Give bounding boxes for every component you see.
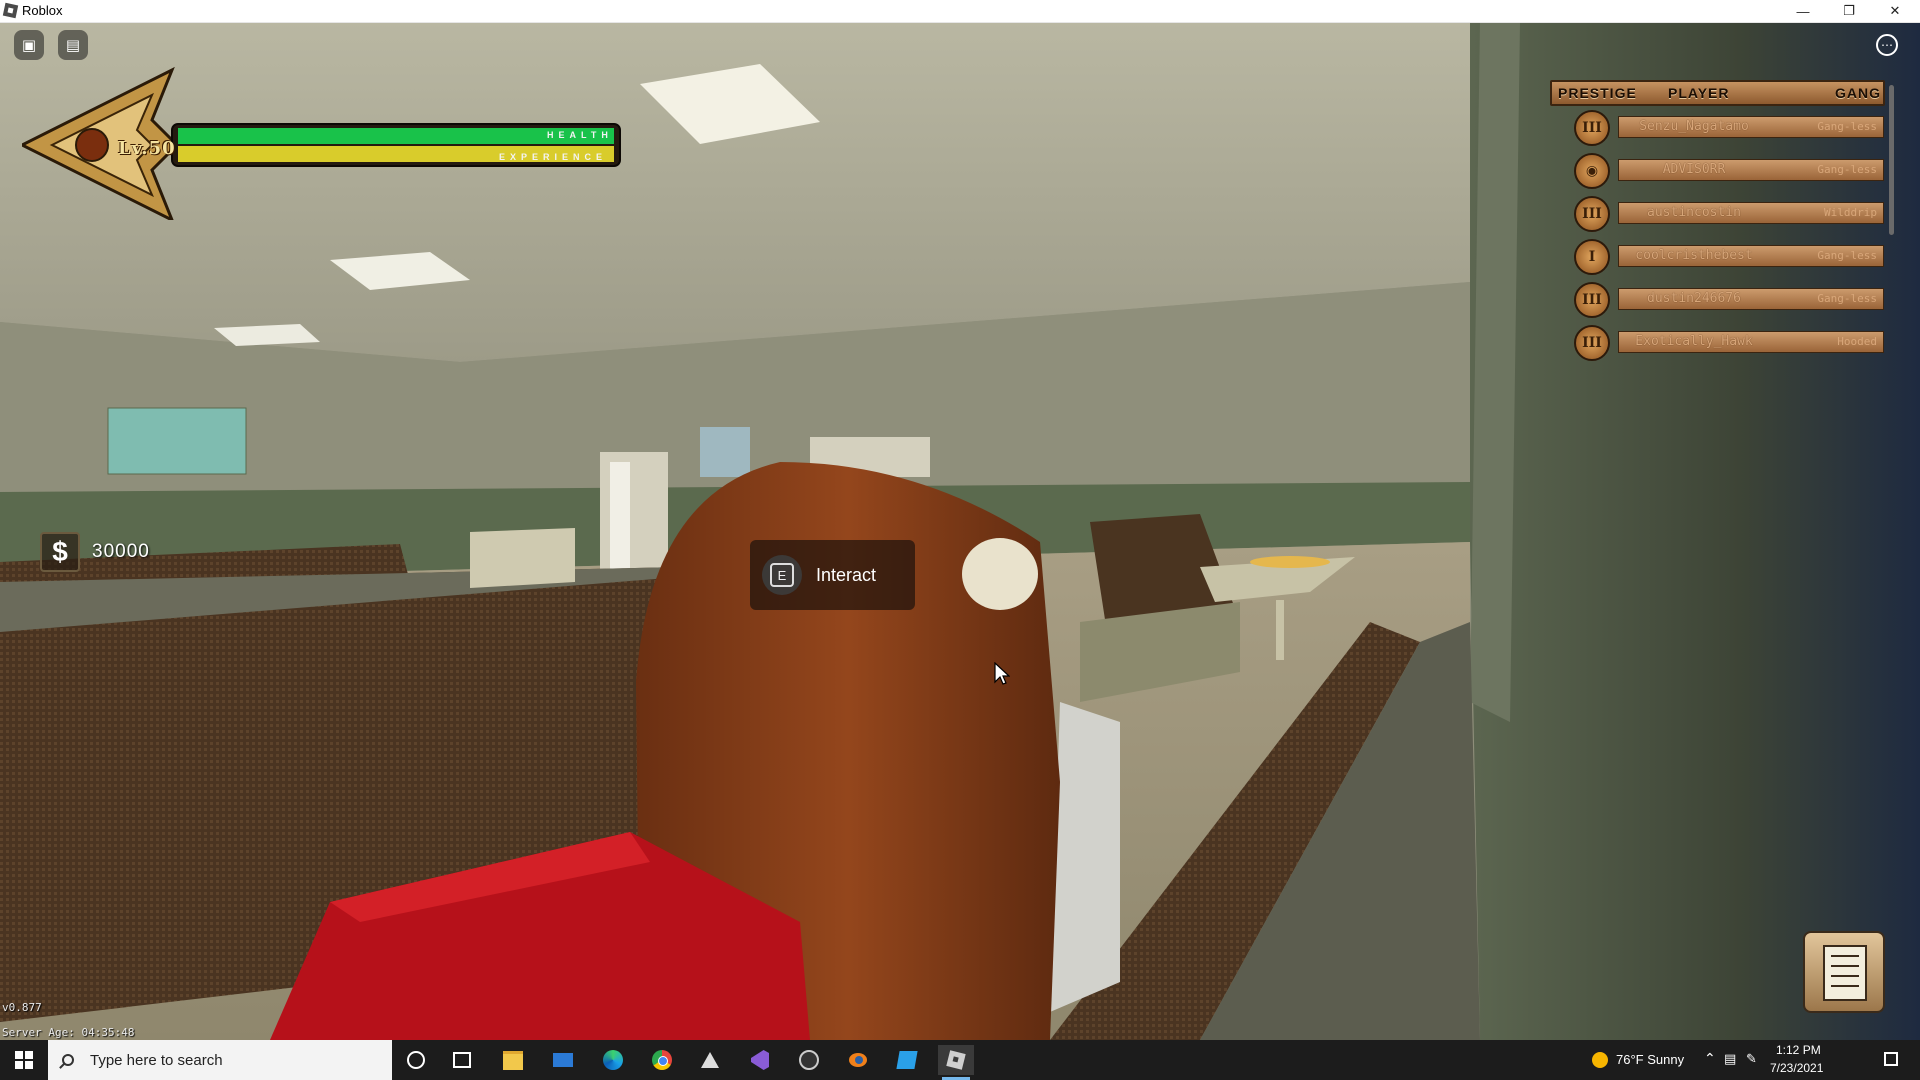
- player-entry[interactable]: Senzu_Nagatamo Gang-less: [1618, 116, 1884, 138]
- player-entry[interactable]: Exotically_Hawk Hooded: [1618, 331, 1884, 353]
- interact-prompt[interactable]: E Interact: [750, 540, 915, 610]
- pen-icon[interactable]: ✎: [1746, 1051, 1757, 1067]
- obs-icon[interactable]: [791, 1045, 827, 1075]
- money-amount: 30000: [92, 541, 150, 562]
- chrome-icon[interactable]: [644, 1045, 680, 1075]
- system-tray: 76°F Sunny ⌃ ▤ ✎ 1:12 PM 7/23/2021: [1590, 1040, 1920, 1080]
- task-view-icon[interactable]: [444, 1045, 480, 1075]
- experience-label: EXPERIENCE: [499, 152, 608, 162]
- search-placeholder: Type here to search: [90, 1051, 223, 1069]
- player-entry[interactable]: austincostin Wilddrip: [1618, 202, 1884, 224]
- mail-icon[interactable]: [545, 1045, 581, 1075]
- roblox-player-icon[interactable]: [938, 1045, 974, 1080]
- unity-icon[interactable]: [692, 1045, 728, 1075]
- file-explorer-icon[interactable]: [495, 1045, 531, 1075]
- player-row[interactable]: Icoolcristhebest Gang-less: [1550, 235, 1890, 278]
- visual-studio-icon[interactable]: [742, 1045, 778, 1075]
- player-name: austincostin: [1647, 205, 1741, 220]
- interact-label: Interact: [816, 564, 877, 585]
- windows-taskbar: Type here to search 76°F Sunny ⌃ ▤ ✎ 1:1…: [0, 1040, 1920, 1080]
- interact-key: E: [770, 563, 794, 587]
- search-icon: [62, 1054, 74, 1066]
- prestige-badge-icon: III: [1574, 282, 1610, 318]
- more-options-icon[interactable]: ⋯: [1876, 34, 1898, 56]
- header-player: PLAYER: [1668, 85, 1730, 101]
- notebook-button[interactable]: [1803, 931, 1885, 1013]
- header-prestige: PRESTIGE: [1558, 85, 1637, 101]
- windows-logo-icon: [15, 1051, 33, 1069]
- player-name: coolcristhebest: [1635, 248, 1753, 263]
- player-gang: Gang-less: [1817, 249, 1877, 262]
- edge-icon[interactable]: [595, 1045, 631, 1075]
- dollar-icon: $: [40, 532, 80, 572]
- prestige-badge-icon: III: [1574, 196, 1610, 232]
- taskbar-search[interactable]: Type here to search: [48, 1040, 392, 1080]
- player-row[interactable]: ◉ ADVIS0RR Gang-less: [1550, 149, 1890, 192]
- player-gang: Hooded: [1837, 335, 1877, 348]
- network-icon[interactable]: ▤: [1724, 1051, 1736, 1067]
- health-bar-frame: [18, 66, 621, 224]
- player-row[interactable]: III Senzu_Nagatamo Gang-less: [1550, 106, 1890, 149]
- roblox-studio-icon[interactable]: [889, 1045, 925, 1075]
- start-button[interactable]: [0, 1040, 48, 1080]
- player-list: PRESTIGE PLAYER GANG III Senzu_Nagatamo Ga…: [1550, 80, 1890, 364]
- player-entry[interactable]: coolcristhebest Gang-less: [1618, 245, 1884, 267]
- player-list-scrollbar[interactable]: [1889, 85, 1894, 235]
- prestige-badge-icon: I: [1574, 239, 1610, 275]
- key-e-icon: E: [762, 555, 802, 595]
- player-gang: Gang-less: [1817, 120, 1877, 133]
- player-entry[interactable]: dustin246676 Gang-less: [1618, 288, 1884, 310]
- cortana-icon[interactable]: [398, 1045, 434, 1075]
- tray-chevron-icon[interactable]: ⌃: [1704, 1050, 1716, 1067]
- player-name: Exotically_Hawk: [1635, 334, 1753, 349]
- player-entry[interactable]: ADVIS0RR Gang-less: [1618, 159, 1884, 181]
- prestige-badge-icon: III: [1574, 325, 1610, 361]
- roblox-logo-icon: [2, 2, 19, 19]
- prestige-badge-icon: III: [1574, 110, 1610, 146]
- prestige-badge-icon: ◉: [1574, 153, 1610, 189]
- health-label: HEALTH: [547, 130, 613, 140]
- clock-time[interactable]: 1:12 PM: [1776, 1043, 1821, 1057]
- player-row[interactable]: III austincostin Wilddrip: [1550, 192, 1890, 235]
- version-text: v0.877: [2, 1001, 42, 1014]
- server-age-text: Server Age: 04:35:48: [2, 1026, 135, 1039]
- header-gang: GANG: [1835, 85, 1881, 101]
- player-list-header: PRESTIGE PLAYER GANG: [1550, 80, 1885, 106]
- player-gang: Gang-less: [1817, 163, 1877, 176]
- health-panel: Lv.50 HEALTH EXPERIENCE: [18, 50, 627, 224]
- player-row[interactable]: III Exotically_Hawk Hooded: [1550, 321, 1890, 364]
- weather-sun-icon: [1592, 1052, 1608, 1068]
- mouse-cursor-icon: [994, 662, 1010, 685]
- notification-icon[interactable]: [1884, 1052, 1898, 1066]
- player-name: ADVIS0RR: [1662, 162, 1726, 177]
- notebook-icon: [1823, 945, 1867, 1001]
- minimize-button[interactable]: —: [1780, 0, 1826, 22]
- window-title: Roblox: [22, 3, 63, 18]
- weather-text[interactable]: 76°F Sunny: [1616, 1052, 1684, 1067]
- player-name: dustin246676: [1647, 291, 1741, 306]
- level-indicator: Lv.50: [118, 138, 176, 159]
- game-viewport[interactable]: ▣ ▤ Lv.50 HEALTH EXPERIENCE $ 30000 E In…: [0, 22, 1920, 1040]
- player-gang: Wilddrip: [1824, 206, 1877, 219]
- player-name: Senzu_Nagatamo: [1639, 119, 1749, 134]
- player-gang: Gang-less: [1817, 292, 1877, 305]
- restore-button[interactable]: ❐: [1826, 0, 1872, 22]
- blender-icon[interactable]: [840, 1045, 876, 1075]
- money-display: $ 30000: [40, 532, 150, 572]
- clock-date[interactable]: 7/23/2021: [1770, 1061, 1823, 1075]
- player-row[interactable]: III dustin246676 Gang-less: [1550, 278, 1890, 321]
- close-button[interactable]: ✕: [1872, 0, 1918, 22]
- window-titlebar: Roblox — ❐ ✕: [0, 0, 1920, 23]
